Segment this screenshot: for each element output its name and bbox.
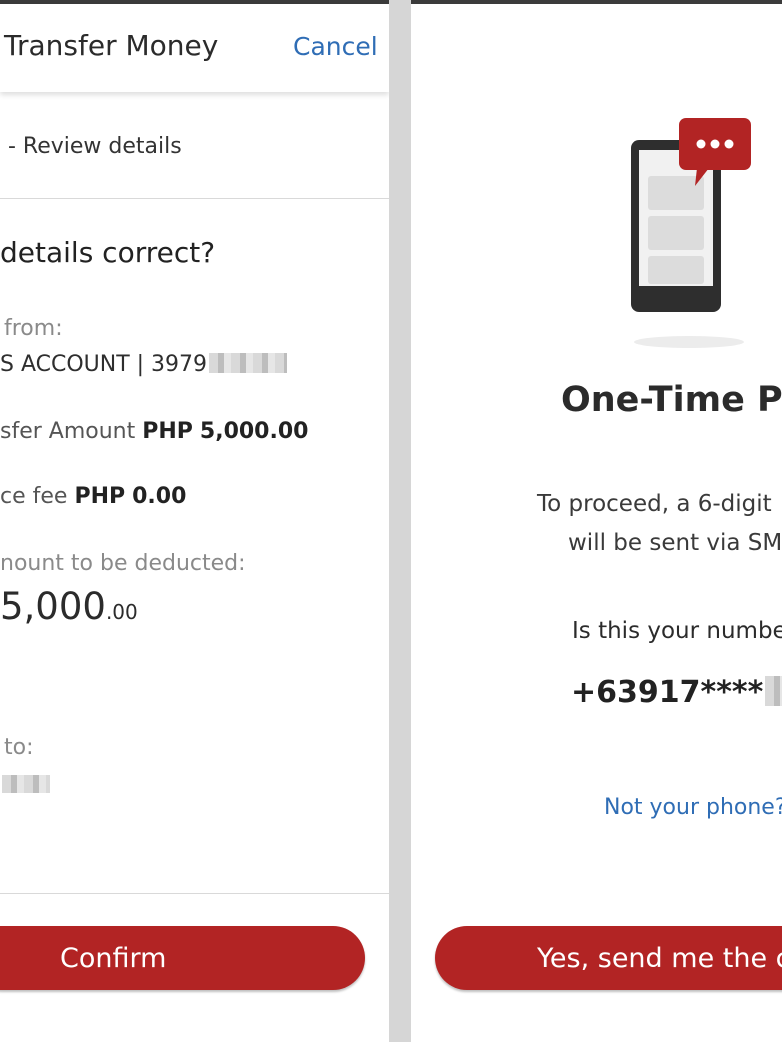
otp-message-line1: To proceed, a 6-digit (537, 491, 772, 517)
review-question: details correct? (0, 236, 216, 269)
not-your-phone-link[interactable]: Not your phone? (604, 795, 782, 820)
transfer-amount-value: 5,000.00 (199, 419, 309, 444)
service-fee-row: ce fee PHP 0.00 (0, 484, 186, 509)
deduct-label: nount to be deducted: (0, 551, 246, 576)
otp-message-line2: will be sent via SM (568, 530, 782, 556)
transfer-currency: PHP (142, 419, 193, 444)
fee-currency: PHP (74, 484, 126, 509)
send-otp-button[interactable]: Yes, send me the c (435, 926, 782, 990)
source-account: S ACCOUNT | 3979 (0, 352, 288, 377)
masked-phone-digits (765, 676, 782, 706)
otp-screen: One-Time PI To proceed, a 6-digit will b… (411, 0, 782, 1042)
confirm-button[interactable]: Confirm (0, 926, 365, 990)
to-label: to: (4, 735, 34, 760)
from-label: from: (4, 316, 63, 341)
review-details-screen: Transfer Money Cancel - Review details d… (0, 0, 389, 1042)
status-bar-edge (411, 0, 782, 4)
number-question: Is this your numbe (572, 618, 782, 644)
otp-title: One-Time PI (561, 380, 782, 420)
transfer-amount-label: sfer Amount (0, 419, 136, 444)
total-deduction-amount: 5,000.00 (0, 585, 138, 628)
fee-amount-value: 0.00 (132, 484, 187, 509)
masked-recipient (2, 775, 50, 793)
step-indicator: - Review details (8, 134, 182, 159)
cancel-button[interactable]: Cancel (293, 32, 378, 61)
masked-phone-number: +63917**** (571, 675, 782, 710)
app-header: Transfer Money Cancel (0, 4, 389, 92)
service-fee-label: ce fee (0, 484, 68, 509)
phone-sms-icon (631, 118, 751, 348)
masked-account-digits (209, 353, 288, 373)
divider (0, 198, 389, 199)
page-title: Transfer Money (4, 29, 219, 62)
transfer-amount-row: sfer Amount PHP 5,000.00 (0, 419, 308, 444)
divider (0, 893, 389, 894)
